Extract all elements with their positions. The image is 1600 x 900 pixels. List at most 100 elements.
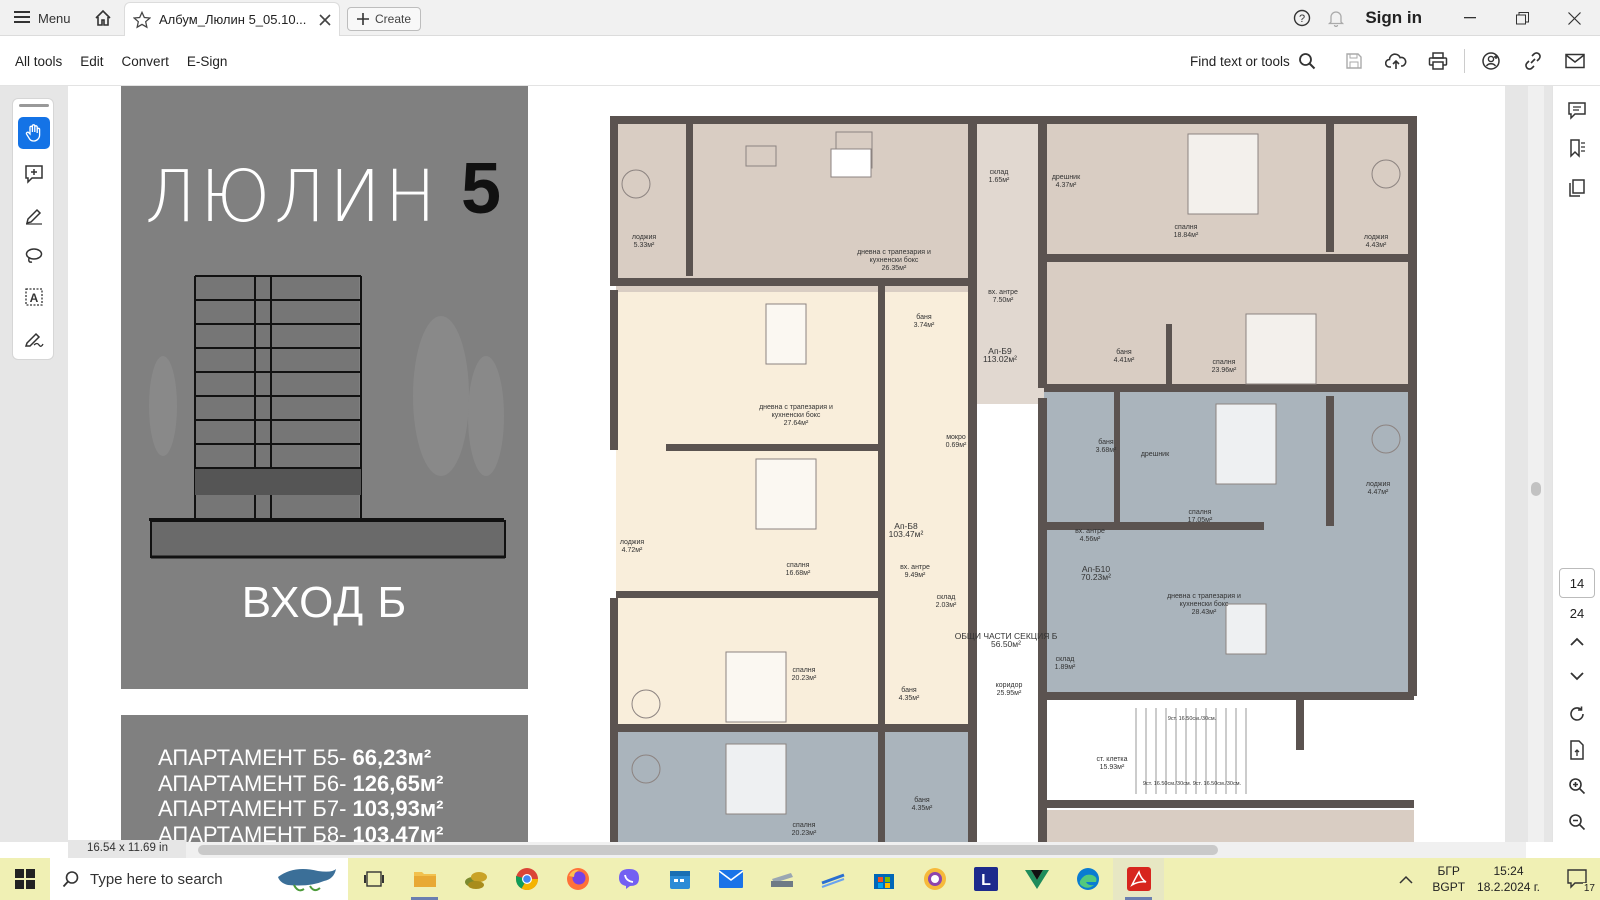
refresh-icon	[1570, 706, 1584, 721]
input-language[interactable]: БГР BGPT	[1432, 863, 1465, 895]
quick-actions	[1338, 36, 1591, 86]
sign-in-link[interactable]: Sign in	[1365, 8, 1422, 28]
home-button[interactable]	[90, 5, 116, 31]
hamburger-icon	[14, 10, 30, 27]
room-area: 3.74м²	[914, 322, 935, 329]
comments-button[interactable]	[1563, 96, 1591, 124]
refresh-button[interactable]	[1563, 700, 1591, 728]
scroll-thumb[interactable]	[198, 845, 1218, 855]
l-letter-icon: L	[973, 867, 998, 891]
windows-logo-icon	[15, 869, 35, 889]
scanner-icon	[770, 873, 793, 887]
minimize-button[interactable]	[1444, 0, 1496, 36]
apartment-line: АПАРТАМЕНТ Б6- 126,65м²	[158, 770, 444, 796]
page-number-input[interactable]: 14	[1559, 568, 1595, 598]
pages-button[interactable]	[1563, 174, 1591, 202]
close-tab-icon[interactable]	[319, 13, 331, 26]
viber-app[interactable]	[603, 858, 654, 900]
tray-expand-button[interactable]	[1392, 858, 1420, 900]
lasso-icon	[25, 248, 43, 263]
taskbar-search[interactable]: Type here to search	[50, 858, 348, 900]
room-label: кухненски бокс	[870, 256, 919, 264]
brand-number: 5	[461, 149, 502, 229]
page-total: 24	[1569, 606, 1585, 621]
floor-plan: лоджия5.33м²дневна с трапезария икухненс…	[606, 104, 1432, 842]
page-tools-button[interactable]	[1563, 736, 1591, 764]
menu-edit[interactable]: Edit	[71, 54, 112, 69]
close-window-button[interactable]	[1548, 0, 1600, 36]
document-tab[interactable]: Албум_Люлин 5_05.10...	[124, 2, 340, 36]
edge-app[interactable]	[1062, 858, 1113, 900]
menu-all-tools[interactable]: All tools	[6, 54, 71, 69]
document-icon	[1570, 740, 1584, 760]
room-area: 20.23м²	[792, 675, 817, 682]
star-icon[interactable]	[133, 10, 151, 29]
sign-tool[interactable]	[18, 322, 50, 354]
room-area: 70.23м²	[1081, 572, 1111, 582]
room-label: кухненски бокс	[772, 411, 821, 419]
v-shape-icon	[1024, 870, 1049, 889]
store-calendar-app[interactable]	[654, 858, 705, 900]
room-area: 20.23м²	[792, 830, 817, 837]
hand-tool[interactable]	[18, 117, 50, 149]
acrobat-app[interactable]	[1113, 858, 1164, 900]
save-button[interactable]	[1338, 45, 1370, 77]
room-area: 4.56м²	[1080, 536, 1101, 543]
scanner-app[interactable]	[756, 858, 807, 900]
room-area: 5.33м²	[634, 242, 655, 249]
notifications-button[interactable]	[1319, 0, 1353, 36]
add-comment-tool[interactable]	[18, 158, 50, 190]
v-app[interactable]	[1011, 858, 1062, 900]
chromium-app[interactable]	[909, 858, 960, 900]
printer-icon	[1428, 52, 1448, 70]
highlight-tool[interactable]	[18, 199, 50, 231]
zoom-in-button[interactable]	[1563, 772, 1591, 800]
comments-icon	[1568, 102, 1586, 120]
room-label: вх. антре	[988, 289, 1018, 296]
room-label: дрешник	[1052, 174, 1081, 181]
draw-tool[interactable]	[18, 240, 50, 272]
room-area: 7.50м²	[993, 297, 1014, 304]
print-button[interactable]	[1422, 45, 1454, 77]
share-button[interactable]	[1475, 45, 1507, 77]
date: 18.2.2024 г.	[1477, 880, 1540, 894]
zoom-out-button[interactable]	[1563, 808, 1591, 836]
bookmark-icon	[1570, 139, 1585, 158]
start-button[interactable]	[0, 858, 50, 900]
file-explorer-app[interactable]	[399, 858, 450, 900]
whale-icon	[278, 869, 336, 892]
coins-app[interactable]	[450, 858, 501, 900]
previous-page-button[interactable]	[1563, 628, 1591, 656]
bookmarks-button[interactable]	[1563, 134, 1591, 162]
help-icon: ?	[1294, 9, 1311, 27]
clock[interactable]: 15:24 18.2.2024 г.	[1477, 863, 1540, 895]
task-view-button[interactable]	[348, 858, 399, 900]
link-button[interactable]	[1517, 45, 1549, 77]
close-icon	[1567, 11, 1581, 25]
room-label: баня	[901, 686, 917, 694]
sticky-app[interactable]	[807, 858, 858, 900]
find-text-or-tools[interactable]: Find text or tools	[1190, 36, 1316, 86]
l-app[interactable]: L	[960, 858, 1011, 900]
chrome-app[interactable]	[501, 858, 552, 900]
scroll-thumb[interactable]	[1531, 482, 1541, 496]
menu-button[interactable]: Menu	[6, 4, 79, 32]
firefox-app[interactable]	[552, 858, 603, 900]
ms-store-app[interactable]	[858, 858, 909, 900]
upload-button[interactable]	[1380, 45, 1412, 77]
email-button[interactable]	[1559, 45, 1591, 77]
notification-center-button[interactable]: 17	[1556, 858, 1600, 900]
horizontal-scrollbar[interactable]	[186, 842, 1526, 858]
main-toolbar: All tools Edit Convert E-Sign Find text …	[0, 36, 1600, 86]
text-box-tool[interactable]: A	[18, 281, 50, 313]
vertical-scrollbar[interactable]	[1528, 86, 1544, 842]
calendar-icon	[669, 871, 690, 889]
menu-convert[interactable]: Convert	[113, 54, 178, 69]
next-page-button[interactable]	[1563, 662, 1591, 690]
create-button[interactable]: Create	[347, 7, 422, 31]
panel-grip[interactable]	[19, 104, 49, 107]
mail-app[interactable]	[705, 858, 756, 900]
menu-e-sign[interactable]: E-Sign	[178, 54, 237, 69]
help-button[interactable]: ?	[1285, 0, 1319, 36]
restore-button[interactable]	[1496, 0, 1548, 36]
